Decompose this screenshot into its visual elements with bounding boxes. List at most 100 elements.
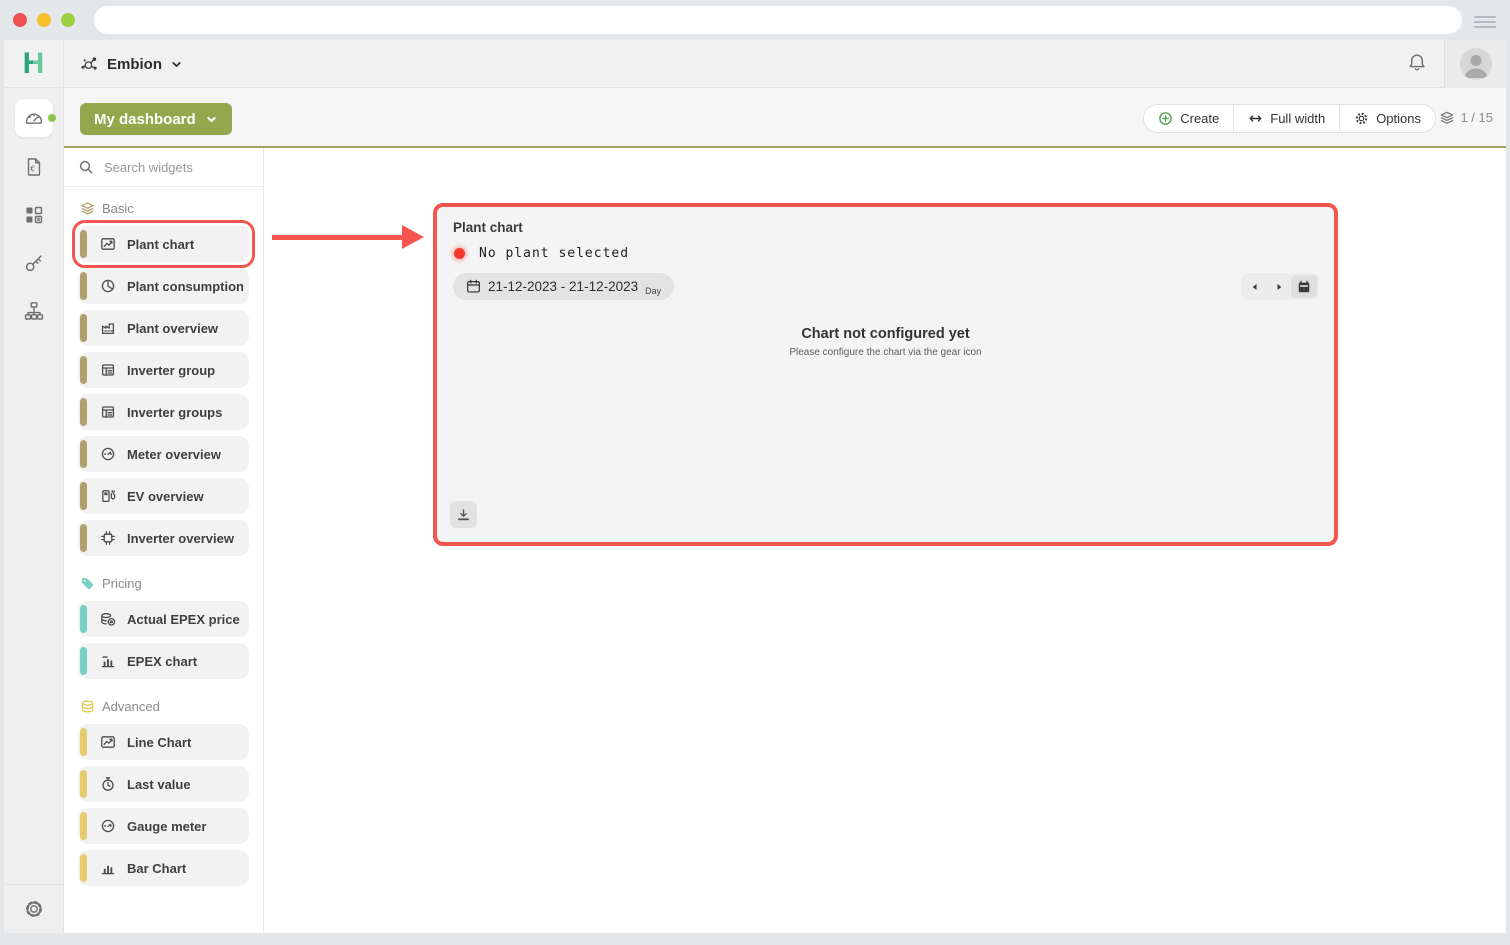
widget-item-inverter-groups[interactable]: Inverter groups: [78, 394, 249, 430]
widget-item-line-chart[interactable]: Line Chart: [78, 724, 249, 760]
search-input[interactable]: [102, 159, 246, 176]
sidebar-item-widgets[interactable]: [4, 198, 64, 232]
meter-icon: [100, 446, 116, 462]
next-period-button[interactable]: [1267, 275, 1291, 298]
download-button[interactable]: [450, 501, 477, 528]
user-avatar: [1460, 48, 1492, 80]
toolbar-button-group: Create Full width Options: [1143, 104, 1436, 133]
widget-item-gauge-meter[interactable]: Gauge meter: [78, 808, 249, 844]
zoom-window-button[interactable]: [61, 13, 75, 27]
bar-chart-icon: [100, 860, 116, 876]
browser-chrome: [0, 0, 1510, 40]
dashboard-selector-button[interactable]: My dashboard: [80, 103, 232, 135]
widget-item-label: Gauge meter: [127, 819, 206, 834]
widget-counter-text: 1 / 15: [1460, 110, 1493, 125]
widget-item-epex-chart[interactable]: EPEX chart: [78, 643, 249, 679]
widget-item-meter-overview[interactable]: Meter overview: [78, 436, 249, 472]
brand-logo: H: [23, 49, 45, 79]
notifications-bell-icon[interactable]: [1406, 52, 1428, 79]
open-calendar-button[interactable]: [1291, 275, 1317, 298]
widget-item-label: Inverter groups: [127, 405, 222, 420]
widget-item-inverter-overview[interactable]: Inverter overview: [78, 520, 249, 556]
widget-item-label: Inverter overview: [127, 531, 234, 546]
widget-item-label: Meter overview: [127, 447, 221, 462]
annotation-arrow-head: [402, 225, 424, 249]
create-label: Create: [1180, 111, 1219, 126]
search-icon: [78, 159, 94, 175]
minimize-window-button[interactable]: [37, 13, 51, 27]
widget-item-label: Plant consumption: [127, 279, 244, 294]
caret-right-icon: [1273, 281, 1285, 293]
full-width-button[interactable]: Full width: [1233, 105, 1339, 132]
layers-icon: [80, 201, 95, 216]
date-range-picker[interactable]: 21-12-2023 - 21-12-2023 Day: [453, 273, 674, 300]
sidebar-item-settings[interactable]: [4, 884, 63, 933]
logo-cell[interactable]: H: [4, 40, 64, 88]
widget-item-plant-chart[interactable]: Plant chart: [78, 226, 249, 262]
widget-item-actual-epex-price[interactable]: Actual EPEX price: [78, 601, 249, 637]
widget-item-label: Inverter group: [127, 363, 215, 378]
widget-item-plant-consumption[interactable]: Plant consumption: [78, 268, 249, 304]
calendar-filled-icon: [1297, 280, 1311, 294]
screenshot-root: H Embion: [0, 0, 1510, 945]
create-button[interactable]: Create: [1144, 105, 1233, 132]
annotation-arrow: [272, 235, 404, 240]
date-nav-group: [1241, 273, 1319, 300]
browser-menu-icon[interactable]: [1474, 13, 1496, 27]
tag-icon: [80, 576, 95, 591]
widget-item-last-value[interactable]: Last value: [78, 766, 249, 802]
widget-item-inverter-group[interactable]: Inverter group: [78, 352, 249, 388]
date-resolution: Day: [645, 286, 661, 296]
plant-status: No plant selected: [454, 246, 629, 261]
ev-charger-icon: [100, 488, 116, 504]
sidebar-item-dashboards[interactable]: [15, 99, 53, 137]
widgets-grid-icon: [23, 204, 45, 226]
nav-sidebar: €: [4, 88, 64, 933]
section-header-basic: Basic: [80, 201, 263, 216]
factory-icon: [100, 320, 116, 336]
widget-item-label: EV overview: [127, 489, 204, 504]
section-label: Pricing: [102, 576, 142, 591]
plant-chart-widget: Plant chart No plant selected 21-12-2023…: [433, 203, 1338, 546]
plus-circle-icon: [1158, 111, 1173, 126]
settings-gear-icon: [23, 898, 45, 920]
stopwatch-icon: [100, 776, 116, 792]
user-menu[interactable]: [1444, 40, 1506, 88]
widget-item-label: Plant overview: [127, 321, 218, 336]
status-dot-icon: [454, 248, 465, 259]
section-header-pricing: Pricing: [80, 576, 263, 591]
workspace-menu[interactable]: Embion: [80, 40, 183, 88]
options-button[interactable]: Options: [1339, 105, 1435, 132]
dashboard-selector-label: My dashboard: [94, 111, 196, 128]
widget-search-row: [64, 148, 263, 187]
chip-icon: [100, 530, 116, 546]
key-icon: [23, 252, 45, 274]
sidebar-item-invoices[interactable]: €: [4, 150, 64, 184]
chevron-down-icon: [205, 113, 218, 126]
empty-state-title: Chart not configured yet: [801, 326, 969, 342]
sidebar-item-organization[interactable]: [4, 294, 64, 328]
active-indicator-dot: [48, 114, 56, 122]
widget-item-label: Actual EPEX price: [127, 612, 240, 627]
line-chart-icon: [100, 236, 116, 252]
widget-item-label: Line Chart: [127, 735, 191, 750]
invoice-icon: €: [23, 156, 45, 178]
dashboard-canvas: Plant chart No plant selected 21-12-2023…: [264, 148, 1506, 933]
table-icon: [100, 404, 116, 420]
previous-period-button[interactable]: [1243, 275, 1267, 298]
sidebar-item-api-keys[interactable]: [4, 246, 64, 280]
widget-item-plant-overview[interactable]: Plant overview: [78, 310, 249, 346]
pie-chart-icon: [100, 278, 116, 294]
layers-stack-icon: [1439, 110, 1455, 126]
line-chart-icon: [100, 734, 116, 750]
dashboard-gauge-icon: [23, 107, 45, 129]
arrows-horizontal-icon: [1248, 111, 1263, 126]
close-window-button[interactable]: [13, 13, 27, 27]
browser-url-input[interactable]: [94, 6, 1462, 34]
widget-item-bar-chart[interactable]: Bar Chart: [78, 850, 249, 886]
app-window: H Embion: [4, 40, 1506, 933]
meter-icon: [100, 818, 116, 834]
section-label: Basic: [102, 201, 134, 216]
empty-state-hint: Please configure the chart via the gear …: [437, 347, 1334, 358]
widget-item-ev-overview[interactable]: EV overview: [78, 478, 249, 514]
